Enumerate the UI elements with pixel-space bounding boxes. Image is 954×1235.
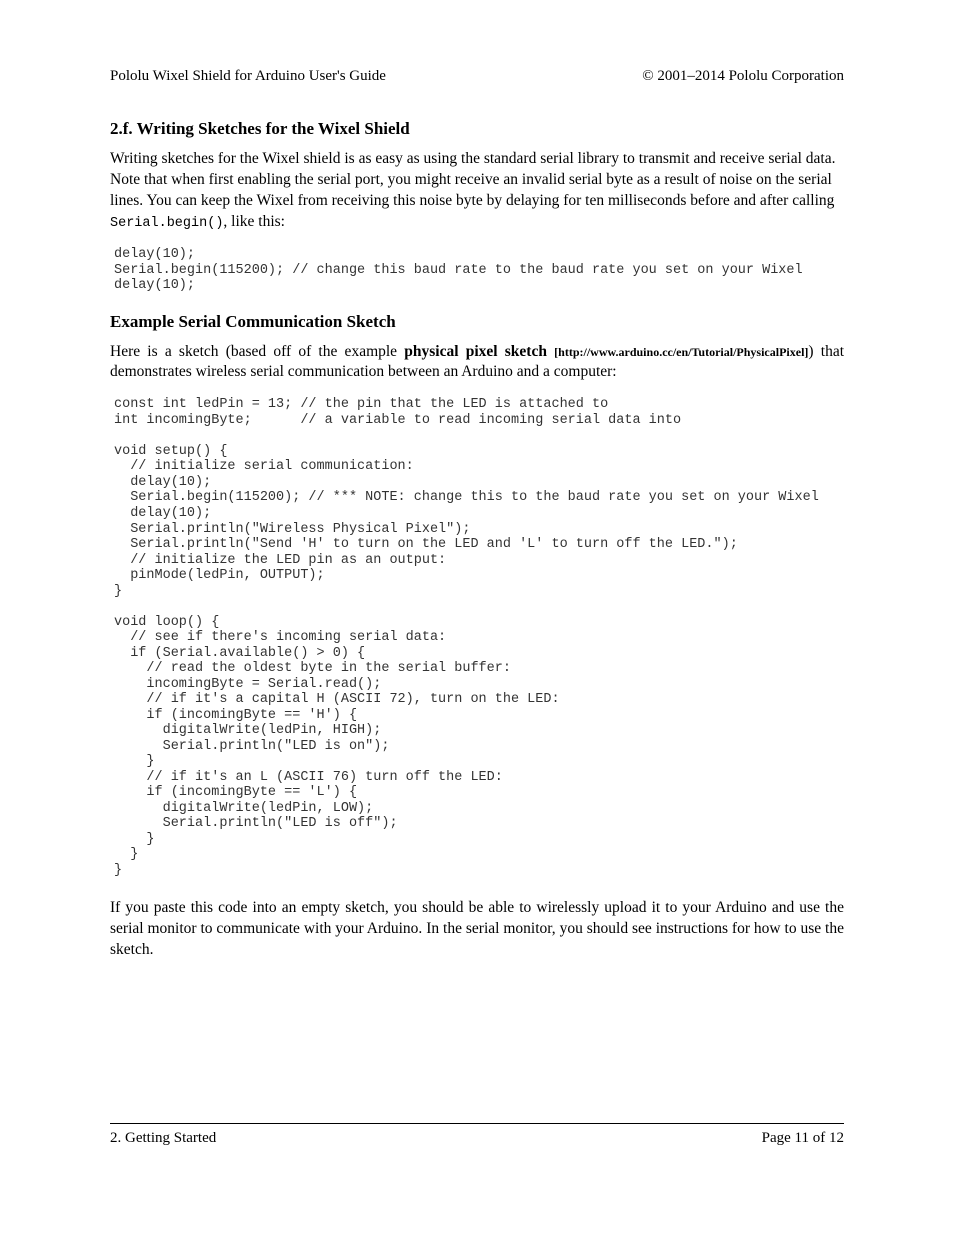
page-footer: 2. Getting Started Page 11 of 12: [110, 1123, 844, 1147]
closing-paragraph: If you paste this code into an empty ske…: [110, 898, 844, 961]
header-title: Pololu Wixel Shield for Arduino User's G…: [110, 68, 386, 85]
intro-paragraph: Writing sketches for the Wixel shield is…: [110, 149, 844, 233]
physical-pixel-link-url[interactable]: [http://www.arduino.cc/en/Tutorial/Physi…: [554, 345, 808, 359]
code-block-sketch: const int ledPin = 13; // the pin that t…: [114, 397, 844, 878]
intro-text-b: , like this:: [223, 213, 285, 230]
footer-rule: [110, 1123, 844, 1124]
footer-page-number: Page 11 of 12: [762, 1130, 844, 1147]
footer-section: 2. Getting Started: [110, 1130, 216, 1147]
physical-pixel-link-text[interactable]: physical pixel sketch: [404, 343, 554, 360]
subsection-heading: Example Serial Communication Sketch: [110, 312, 844, 332]
code-block-delay: delay(10); Serial.begin(115200); // chan…: [114, 247, 844, 294]
intro-text-a: Writing sketches for the Wixel shield is…: [110, 150, 835, 209]
header-copyright: © 2001–2014 Pololu Corporation: [642, 68, 844, 85]
page-header: Pololu Wixel Shield for Arduino User's G…: [110, 68, 844, 85]
inline-code-serial-begin: Serial.begin(): [110, 216, 223, 231]
document-page: Pololu Wixel Shield for Arduino User's G…: [0, 0, 954, 1235]
p2-text-a: Here is a sketch (based off of the examp…: [110, 343, 404, 360]
section-heading: 2.f. Writing Sketches for the Wixel Shie…: [110, 119, 844, 139]
example-intro-paragraph: Here is a sketch (based off of the examp…: [110, 342, 844, 384]
